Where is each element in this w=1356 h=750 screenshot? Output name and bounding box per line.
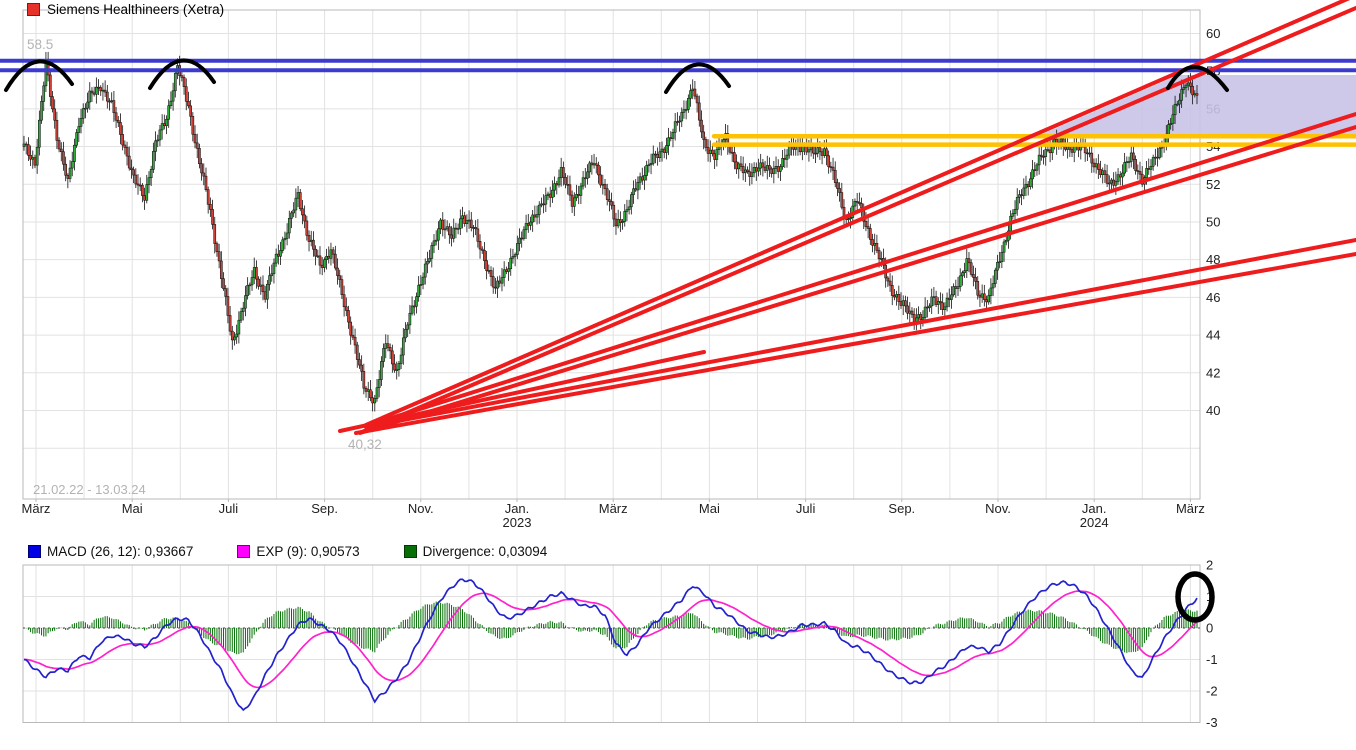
svg-text:Sep.: Sep.	[888, 501, 915, 516]
time-axis-labels: März Mai Juli Sep. Nov. Jan. März Mai Juli Sep. No…	[22, 499, 1205, 530]
macd-legend: MACD (26, 12): 0,93667 EXP (9): 0,90573 …	[28, 544, 591, 559]
macd-legend-item: MACD (26, 12): 0,93667	[28, 544, 193, 559]
divergence-legend-item: Divergence: 0,03094	[404, 544, 548, 559]
chart-title-label: Siemens Healthineers (Xetra)	[47, 2, 224, 17]
macd-value-label: MACD (26, 12): 0,93667	[47, 544, 193, 559]
svg-text:44: 44	[1206, 328, 1220, 343]
svg-text:-2: -2	[1206, 684, 1218, 699]
svg-text:2023: 2023	[503, 515, 532, 530]
sketch-arcs	[6, 60, 1227, 92]
svg-text:46: 46	[1206, 290, 1220, 305]
date-range-label: 21.02.22 - 13.03.24	[33, 482, 146, 497]
svg-text:21.02.22 - 13.03.24: 21.02.22 - 13.03.24	[33, 482, 146, 497]
purple-projection-zone	[1038, 75, 1356, 136]
svg-text:-3: -3	[1206, 715, 1218, 730]
svg-text:40: 40	[1206, 403, 1220, 418]
svg-text:März: März	[22, 501, 51, 516]
svg-text:Juli: Juli	[219, 501, 239, 516]
exp-legend-item: EXP (9): 0,90573	[237, 544, 359, 559]
svg-text:Nov.: Nov.	[408, 501, 434, 516]
svg-text:58.5: 58.5	[27, 37, 53, 52]
svg-text:März: März	[1176, 501, 1205, 516]
red-trend-lines	[340, 0, 1356, 433]
svg-text:Sep.: Sep.	[311, 501, 338, 516]
svg-text:0: 0	[1206, 621, 1213, 636]
main-grid	[23, 10, 1200, 499]
svg-text:März: März	[599, 501, 628, 516]
svg-text:Mai: Mai	[699, 501, 720, 516]
divergence-series-swatch-icon	[404, 545, 417, 558]
svg-text:40,32: 40,32	[348, 437, 382, 452]
svg-text:2024: 2024	[1080, 515, 1109, 530]
svg-text:Jan.: Jan.	[1082, 501, 1107, 516]
svg-text:2: 2	[1206, 558, 1213, 573]
svg-text:50: 50	[1206, 214, 1220, 229]
svg-text:Juli: Juli	[796, 501, 816, 516]
svg-text:Jan.: Jan.	[505, 501, 530, 516]
svg-text:42: 42	[1206, 365, 1220, 380]
candlestick-macd-chart-canvas[interactable]: 6058565452504846444240MärzMaiJuliSep.Nov…	[0, 0, 1356, 750]
svg-text:60: 60	[1206, 26, 1220, 41]
macd-line	[24, 579, 1197, 710]
signal-series-swatch-icon	[237, 545, 250, 558]
signal-line	[24, 591, 1197, 687]
exp-value-label: EXP (9): 0,90573	[256, 544, 359, 559]
svg-text:-1: -1	[1206, 652, 1218, 667]
svg-text:Mai: Mai	[122, 501, 143, 516]
svg-text:52: 52	[1206, 177, 1220, 192]
price-annotations: 58.5 40,32	[27, 37, 382, 452]
divergence-value-label: Divergence: 0,03094	[423, 544, 548, 559]
series-marker-icon	[27, 3, 40, 16]
macd-series-swatch-icon	[28, 545, 41, 558]
svg-text:Nov.: Nov.	[985, 501, 1011, 516]
chart-title: Siemens Healthineers (Xetra)	[27, 2, 224, 17]
stock-chart-window: Siemens Healthineers (Xetra) MACD (26, 1…	[0, 0, 1356, 750]
